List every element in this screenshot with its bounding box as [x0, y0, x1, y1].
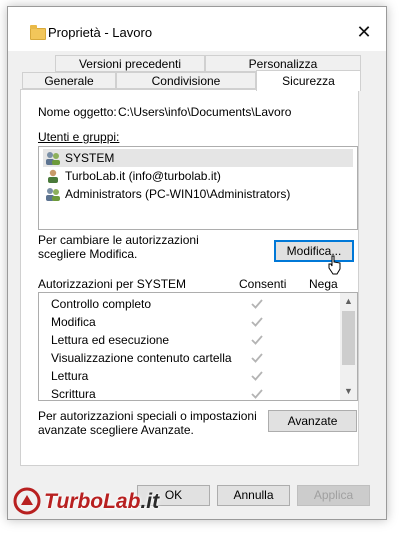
- permissions-scrollbar[interactable]: ▲ ▼: [340, 293, 357, 400]
- group-name: SYSTEM: [65, 151, 115, 165]
- allow-check-icon: [251, 335, 263, 345]
- tab-generale[interactable]: Generale: [22, 72, 116, 89]
- permissions-list[interactable]: Controllo completo Modifica Lettura ed e…: [38, 292, 358, 401]
- advanced-hint-line2: avanzate scegliere Avanzate.: [38, 423, 194, 437]
- watermark-brand: TurboLab: [44, 490, 141, 513]
- close-button[interactable]: ✕: [342, 17, 386, 47]
- permission-row: Lettura: [51, 369, 89, 383]
- object-name-label: Nome oggetto:: [38, 105, 117, 119]
- scroll-down-arrow-icon[interactable]: ▼: [340, 383, 357, 400]
- allow-column-header: Consenti: [239, 277, 287, 291]
- folder-icon: [30, 25, 46, 40]
- allow-check-icon: [251, 371, 263, 381]
- permission-row: Modifica: [51, 315, 96, 329]
- list-item[interactable]: SYSTEM: [43, 149, 353, 167]
- users-group-icon: [46, 188, 60, 201]
- tab-sicurezza[interactable]: Sicurezza: [256, 70, 361, 91]
- scroll-up-arrow-icon[interactable]: ▲: [340, 293, 357, 310]
- turbolab-watermark: TurboLab.it: [13, 487, 160, 515]
- user-icon: [48, 169, 58, 183]
- allow-check-icon: [251, 299, 263, 309]
- mouse-cursor-icon: [328, 255, 341, 275]
- tab-condivisione[interactable]: Condivisione: [116, 72, 256, 89]
- group-name: Administrators (PC-WIN10\Administrators): [65, 187, 291, 201]
- permissions-for-label: Autorizzazioni per SYSTEM: [38, 277, 187, 291]
- deny-column-header: Nega: [309, 277, 338, 291]
- change-hint-line1: Per cambiare le autorizzazioni: [38, 233, 199, 247]
- scroll-thumb[interactable]: [342, 311, 355, 365]
- title-bar: Proprietà - Lavoro ✕: [8, 7, 386, 51]
- group-name: TurboLab.it (info@turbolab.it): [65, 169, 221, 183]
- groups-label: Utenti e gruppi:: [38, 130, 120, 144]
- turbolab-logo-icon: [13, 487, 41, 515]
- change-hint-line2: scegliere Modifica.: [38, 247, 138, 261]
- users-groups-list[interactable]: SYSTEM TurboLab.it (info@turbolab.it) Ad…: [38, 146, 358, 230]
- allow-check-icon: [251, 389, 263, 399]
- users-group-icon: [46, 152, 60, 165]
- cancel-button[interactable]: Annulla: [217, 485, 290, 506]
- permission-row: Scrittura: [51, 387, 96, 401]
- object-path: C:\Users\info\Documents\Lavoro: [118, 105, 292, 119]
- window-title: Proprietà - Lavoro: [48, 25, 153, 40]
- permission-row: Lettura ed esecuzione: [51, 333, 170, 347]
- apply-button[interactable]: Applica: [297, 485, 370, 506]
- allow-check-icon: [251, 317, 263, 327]
- permission-row: Controllo completo: [51, 297, 152, 311]
- advanced-hint-line1: Per autorizzazioni speciali o impostazio…: [38, 409, 257, 423]
- permission-row: Visualizzazione contenuto cartella: [51, 351, 232, 365]
- watermark-suffix: .it: [140, 490, 160, 513]
- tab-versioni-precedenti[interactable]: Versioni precedenti: [55, 55, 205, 72]
- allow-check-icon: [251, 353, 263, 363]
- advanced-button[interactable]: Avanzate: [268, 410, 357, 432]
